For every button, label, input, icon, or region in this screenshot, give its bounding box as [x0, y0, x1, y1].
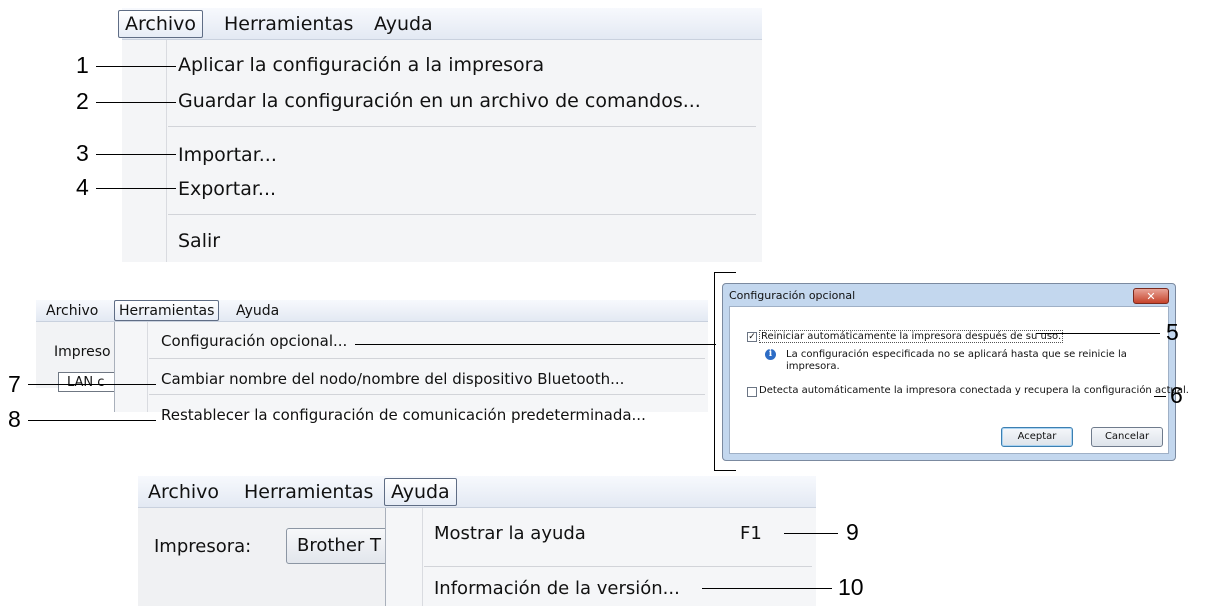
- info-icon: i: [765, 349, 776, 360]
- menu-separator: [168, 214, 756, 215]
- cancel-button[interactable]: Cancelar: [1091, 427, 1163, 447]
- callout-number: 8: [8, 406, 21, 432]
- menu-separator: [168, 126, 756, 127]
- menu-gutter: [122, 40, 167, 262]
- callout-line: [355, 344, 716, 345]
- callout-number: 10: [838, 574, 864, 600]
- menu-archivo[interactable]: Archivo: [148, 481, 219, 503]
- option-detecta-label[interactable]: Detecta automáticamente la impresora con…: [759, 385, 1189, 396]
- option-reiniciar-label[interactable]: Reiniciar automáticamente la impresora d…: [759, 330, 1064, 343]
- herramientas-dropdown: Configuración opcional... Cambiar nombre…: [114, 322, 708, 424]
- ayuda-dropdown: Mostrar la ayuda F1 Información de la ve…: [385, 508, 816, 606]
- menu-ayuda[interactable]: Ayuda: [384, 478, 457, 506]
- menu-herramientas[interactable]: Herramientas: [114, 300, 220, 321]
- callout-line: [96, 154, 176, 155]
- callout-line: [96, 188, 176, 189]
- callout-number: 3: [76, 140, 89, 166]
- callout-number: 7: [8, 371, 21, 397]
- callout-number: 9: [846, 519, 859, 545]
- printer-label: Impresora:: [154, 536, 252, 557]
- menu-item-exportar[interactable]: Exportar...: [178, 178, 276, 200]
- dialog-client-area: ✓ Reiniciar automáticamente la impresora…: [729, 306, 1189, 454]
- callout-line: [784, 533, 838, 534]
- menu-item-informacion-version[interactable]: Información de la versión...: [434, 578, 680, 599]
- background-window: Impreso LAN c: [36, 322, 128, 392]
- menu-ayuda[interactable]: Ayuda: [236, 303, 279, 319]
- menu-ayuda[interactable]: Ayuda: [374, 13, 433, 35]
- callout-number: 1: [76, 52, 89, 78]
- callout-number: 2: [76, 88, 89, 114]
- callout-number: 6: [1170, 382, 1183, 408]
- menu-archivo[interactable]: Archivo: [118, 10, 204, 38]
- callout-line: [702, 588, 832, 589]
- menu-herramientas[interactable]: Herramientas: [224, 13, 353, 35]
- printer-label: Impreso: [54, 344, 111, 360]
- callout-line: [1036, 333, 1160, 334]
- callout-number: 5: [1166, 319, 1179, 345]
- accept-button[interactable]: Aceptar: [1001, 427, 1073, 447]
- callout-number: 4: [76, 174, 89, 200]
- callout-line: [96, 66, 176, 67]
- menu-item-configuracion-opcional[interactable]: Configuración opcional...: [161, 332, 347, 350]
- dialog-title: Configuración opcional: [729, 289, 856, 302]
- callout-line: [96, 102, 176, 103]
- menu-gutter: [115, 322, 148, 412]
- archivo-dropdown: Aplicar la configuración a la impresora …: [122, 40, 762, 262]
- menu-gutter: [386, 508, 423, 606]
- bracket-line: [714, 272, 736, 273]
- bracket-line: [714, 272, 715, 471]
- menu-separator: [149, 358, 705, 359]
- menu-item-restablecer[interactable]: Restablecer la configuración de comunica…: [161, 406, 646, 424]
- optional-settings-dialog: Configuración opcional ✕ ✓ Reiniciar aut…: [722, 283, 1189, 461]
- callout-line: [28, 384, 156, 385]
- callout-line: [28, 420, 156, 421]
- ayuda-menubar: Archivo Herramientas Ayuda: [138, 476, 816, 508]
- menu-item-aplicar[interactable]: Aplicar la configuración a la impresora: [178, 54, 544, 76]
- menu-separator: [149, 394, 705, 395]
- printer-select[interactable]: Brother T: [286, 528, 396, 564]
- callout-line: [1154, 396, 1166, 397]
- menu-separator: [424, 566, 812, 567]
- menu-item-cambiar-nombre[interactable]: Cambiar nombre del nodo/nombre del dispo…: [161, 370, 624, 388]
- bracket-line: [714, 470, 736, 471]
- checkbox-reiniciar[interactable]: ✓: [747, 332, 757, 342]
- archivo-menubar: Archivo Herramientas Ayuda: [118, 8, 762, 40]
- menu-item-salir[interactable]: Salir: [178, 230, 220, 252]
- info-text: La configuración especificada no se apli…: [786, 349, 1127, 360]
- menu-item-importar[interactable]: Importar...: [178, 144, 277, 166]
- menu-item-mostrar-ayuda[interactable]: Mostrar la ayuda: [434, 523, 586, 544]
- info-text: impresora.: [786, 361, 840, 372]
- menu-archivo[interactable]: Archivo: [46, 303, 98, 319]
- herramientas-menubar: Archivo Herramientas Ayuda: [36, 300, 708, 322]
- menu-herramientas[interactable]: Herramientas: [244, 481, 373, 503]
- checkbox-detecta[interactable]: [747, 387, 757, 397]
- close-icon[interactable]: ✕: [1133, 288, 1169, 304]
- menu-item-guardar[interactable]: Guardar la configuración en un archivo d…: [178, 90, 701, 112]
- menu-item-shortcut: F1: [740, 523, 762, 544]
- background-window: Impresora: Brother T: [138, 508, 396, 606]
